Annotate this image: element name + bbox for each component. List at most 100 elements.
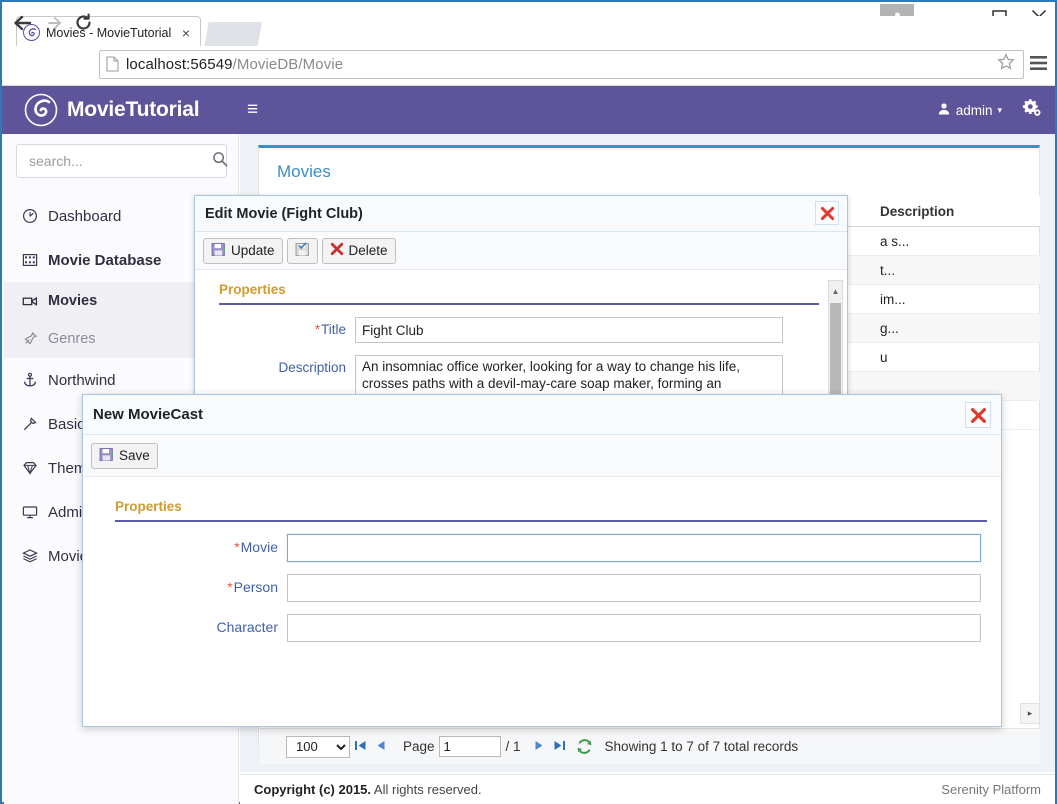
required-marker: * — [234, 539, 239, 555]
sidebar-item-label: Dashboard — [48, 208, 121, 225]
save-and-close-button[interactable] — [287, 238, 318, 264]
grid-pager: 102550100All Page / 1 — [260, 728, 1040, 764]
forward-arrow-icon[interactable] — [42, 10, 68, 35]
hamburger-menu-icon[interactable] — [1029, 54, 1049, 74]
sidebar-item-label: Movie Database — [48, 252, 161, 269]
description-textarea[interactable]: An insomniac office worker, looking for … — [355, 355, 783, 397]
page-size-select[interactable]: 102550100All — [286, 736, 350, 758]
prev-page-button[interactable] — [371, 739, 391, 755]
sidebar-item-label: Northwind — [48, 372, 116, 389]
next-page-button[interactable] — [529, 739, 549, 755]
movie-label-text: Movie — [241, 539, 278, 555]
new-moviecast-dialog-title: New MovieCast — [93, 406, 203, 423]
person-field-row: *Person — [97, 574, 981, 602]
film-strip-icon — [22, 252, 48, 268]
update-button[interactable]: Update — [203, 238, 283, 264]
page-label: Page — [403, 739, 435, 754]
red-x-delete-icon — [330, 242, 344, 259]
page-total-label: / 1 — [506, 739, 521, 754]
scroll-right-arrow-icon[interactable]: ▸ — [1020, 703, 1040, 724]
app-header: MovieTutorial ≡ admin ▾ — [2, 86, 1055, 134]
page-title: Movies — [277, 162, 331, 182]
save-button[interactable]: Save — [91, 443, 158, 469]
copyright-rest: All rights reserved. — [371, 782, 482, 797]
title-field-label: *Title — [205, 317, 355, 343]
back-arrow-icon[interactable] — [10, 10, 36, 35]
anchor-icon — [22, 372, 48, 388]
document-icon — [106, 56, 120, 73]
dashboard-gauge-icon — [22, 208, 48, 224]
user-menu-button[interactable]: admin ▾ — [938, 102, 1002, 118]
save-disk-icon — [211, 242, 226, 260]
gears-icon[interactable] — [1022, 98, 1041, 122]
sidebar-item-label: Genres — [48, 331, 96, 347]
save-button-label: Save — [119, 448, 150, 463]
tab-strip-background-shape — [204, 22, 262, 48]
required-marker: * — [227, 579, 232, 595]
person-input[interactable] — [287, 574, 981, 602]
tab-strip: Movies - MovieTutorial × — [2, 16, 1055, 48]
edit-movie-section-title: Properties — [205, 270, 829, 303]
section-divider — [219, 303, 819, 305]
movie-input[interactable] — [287, 534, 981, 562]
person-label-text: Person — [234, 579, 278, 595]
url-path: /MovieDB/Movie — [233, 56, 344, 73]
scrollbar-thumb[interactable] — [830, 303, 841, 395]
sidebar-toggle-button[interactable]: ≡ — [247, 100, 258, 120]
user-menu-label: admin — [956, 103, 993, 118]
reload-icon[interactable] — [70, 10, 96, 35]
tab-close-icon[interactable]: × — [178, 25, 194, 41]
new-moviecast-dialog-header[interactable]: New MovieCast — [83, 395, 1001, 435]
copyright-bold: Copyright (c) 2015. — [254, 782, 371, 797]
edit-movie-dialog-header[interactable]: Edit Movie (Fight Club) — [195, 196, 847, 232]
grid-cell: g... — [880, 314, 1040, 343]
search-icon[interactable] — [212, 151, 228, 172]
star-icon[interactable] — [997, 53, 1017, 76]
grid-cell: a s... — [880, 227, 1040, 256]
edit-movie-form: Properties *Title Description An insomni… — [195, 270, 847, 397]
delete-button[interactable]: Delete — [322, 238, 396, 264]
user-icon — [938, 102, 950, 118]
pager-status-text: Showing 1 to 7 of 7 total records — [605, 739, 799, 754]
description-field-row: Description An insomniac office worker, … — [205, 355, 829, 397]
refresh-icon[interactable] — [576, 738, 593, 755]
close-icon[interactable] — [965, 402, 991, 428]
dialog-scrollbar[interactable]: ▲ — [828, 280, 843, 397]
copyright-text: Copyright (c) 2015. All rights reserved. — [254, 782, 482, 797]
diamond-icon — [22, 460, 48, 476]
character-field-row: Character — [97, 614, 981, 642]
url-bar[interactable]: localhost:56549/MovieDB/Movie — [99, 50, 1024, 79]
sidebar-search-box[interactable] — [16, 144, 227, 178]
layers-icon — [22, 548, 48, 564]
new-moviecast-toolbar: Save — [83, 435, 1001, 477]
grid-cell: im... — [880, 285, 1040, 314]
page-footer: Copyright (c) 2015. All rights reserved.… — [240, 774, 1055, 804]
person-field-label: *Person — [97, 574, 287, 600]
new-moviecast-section-title: Properties — [97, 487, 981, 520]
last-page-button[interactable] — [549, 739, 570, 755]
character-field-label: Character — [97, 614, 287, 640]
url-host: localhost:56549 — [126, 56, 233, 73]
browser-window: Movies - MovieTutorial × localhost:56549… — [0, 0, 1057, 804]
movie-field-label: *Movie — [97, 534, 287, 560]
grid-cell: u — [880, 343, 1040, 372]
description-field-label: Description — [205, 355, 355, 381]
page-number-input[interactable] — [439, 736, 501, 757]
app-brand[interactable]: MovieTutorial — [24, 91, 199, 129]
close-icon[interactable] — [815, 201, 839, 225]
grid-column-header[interactable]: Description — [880, 196, 1040, 227]
delete-button-label: Delete — [349, 243, 388, 258]
edit-movie-dialog: Edit Movie (Fight Club) Update — [194, 195, 848, 400]
grid-cell: t... — [880, 256, 1040, 285]
magic-wand-icon — [22, 416, 48, 432]
scroll-up-arrow-icon[interactable]: ▲ — [829, 281, 842, 301]
header-right-group: admin ▾ — [938, 86, 1041, 134]
pin-icon — [22, 331, 48, 347]
url-text: localhost:56549/MovieDB/Movie — [126, 56, 997, 73]
search-input[interactable] — [27, 152, 212, 170]
title-input[interactable] — [355, 317, 783, 343]
title-field-row: *Title — [205, 317, 829, 343]
first-page-button[interactable] — [350, 739, 371, 755]
character-input[interactable] — [287, 614, 981, 642]
new-moviecast-dialog: New MovieCast Save Properties *Movie *Pe… — [82, 394, 1002, 727]
